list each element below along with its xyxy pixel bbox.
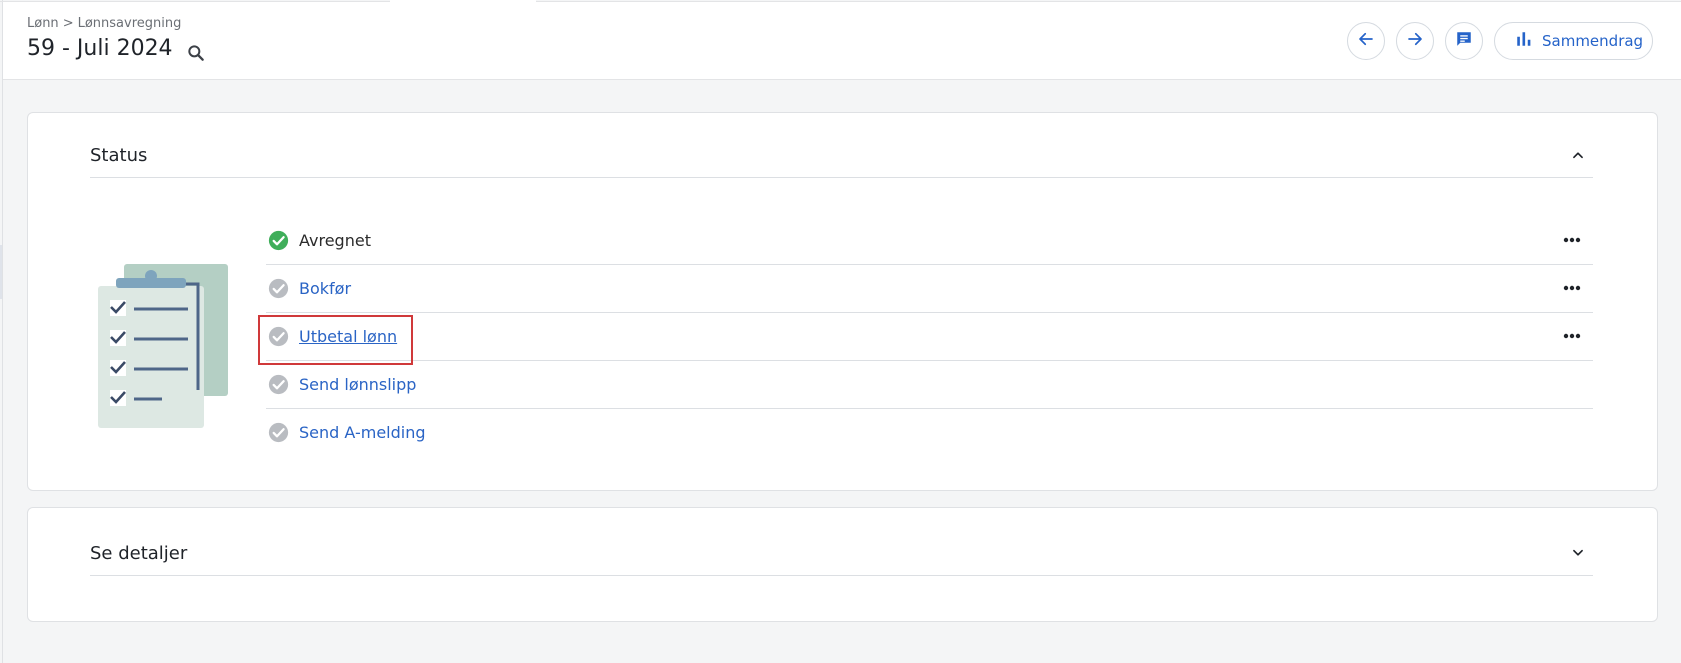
arrow-right-icon	[1406, 30, 1424, 52]
status-item-bokfor: Bokfør	[266, 265, 1593, 313]
bar-chart-icon	[1515, 30, 1533, 52]
window-left-border	[2, 0, 3, 663]
status-item-utbetal-lonn: Utbetal lønn	[258, 313, 1593, 365]
side-rail-marker	[0, 245, 2, 299]
chevron-down-icon[interactable]	[1569, 544, 1587, 562]
check-circle-icon	[268, 422, 289, 443]
details-card: Se detaljer	[27, 507, 1658, 622]
check-circle-icon	[268, 278, 289, 299]
status-item-avregnet: Avregnet	[266, 217, 1593, 265]
status-list: Avregnet Bokfør Utbetal lønn Send lønnsl…	[258, 217, 1593, 456]
clipboard-checklist-icon	[98, 264, 234, 430]
more-options-icon[interactable]	[1561, 230, 1583, 250]
breadcrumb-current: Lønnsavregning	[77, 16, 182, 31]
status-card: Status Avregnet Bokfør Utbetal lønn Send…	[27, 112, 1658, 491]
details-section-header[interactable]: Se detaljer	[90, 531, 1593, 576]
details-section-title: Se detaljer	[90, 543, 188, 564]
status-section-header[interactable]: Status	[90, 133, 1593, 178]
check-circle-icon	[268, 326, 289, 347]
chat-icon	[1455, 30, 1473, 52]
comments-button[interactable]	[1445, 22, 1483, 60]
status-item-label[interactable]: Send lønnslipp	[299, 375, 416, 394]
search-icon[interactable]	[183, 40, 209, 66]
chevron-up-icon[interactable]	[1569, 146, 1587, 164]
summary-button[interactable]: Sammendrag	[1494, 22, 1653, 60]
status-section-title: Status	[90, 145, 148, 166]
status-item-label: Avregnet	[299, 231, 371, 250]
breadcrumb-root[interactable]: Lønn	[27, 16, 59, 31]
status-item-label[interactable]: Send A-melding	[299, 423, 426, 442]
next-button[interactable]	[1396, 22, 1434, 60]
page-title: 59 - Juli 2024	[27, 36, 173, 61]
status-item-send-lonnslipp: Send lønnslipp	[266, 361, 1593, 409]
arrow-left-icon	[1357, 30, 1375, 52]
more-options-icon[interactable]	[1561, 278, 1583, 298]
more-options-icon[interactable]	[1561, 326, 1583, 346]
breadcrumb: Lønn > Lønnsavregning	[27, 16, 181, 31]
check-circle-icon	[268, 230, 289, 251]
status-item-label[interactable]: Utbetal lønn	[299, 327, 397, 346]
status-item-send-a-melding: Send A-melding	[266, 409, 1593, 456]
page-header: Lønn > Lønnsavregning 59 - Juli 2024 Samme…	[3, 2, 1681, 80]
previous-button[interactable]	[1347, 22, 1385, 60]
summary-button-label: Sammendrag	[1542, 32, 1644, 50]
breadcrumb-separator: >	[62, 16, 74, 31]
check-circle-icon	[268, 374, 289, 395]
status-item-label[interactable]: Bokfør	[299, 279, 351, 298]
